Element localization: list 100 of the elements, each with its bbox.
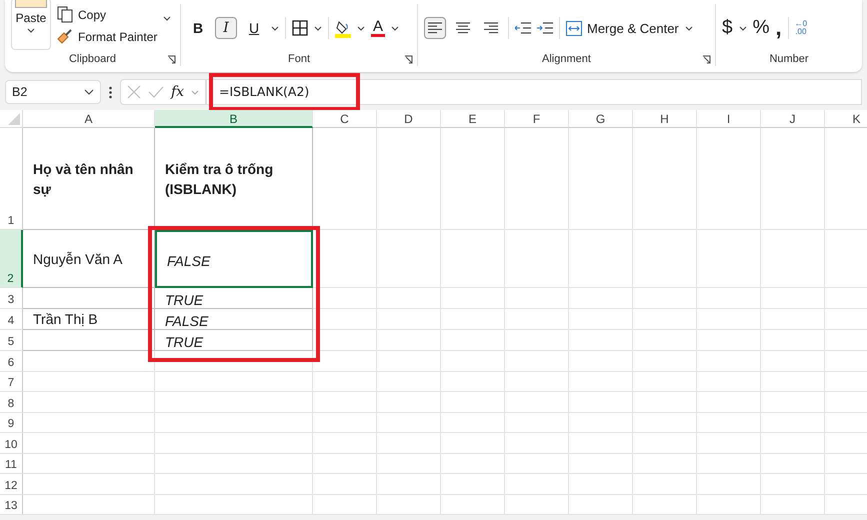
empty-cell[interactable] [441, 288, 505, 309]
chevron-down-icon[interactable] [163, 16, 172, 21]
empty-cell[interactable] [441, 433, 505, 454]
chevron-down-icon[interactable] [357, 26, 365, 30]
empty-cell[interactable] [761, 351, 825, 372]
empty-cell[interactable] [155, 392, 313, 412]
empty-cell[interactable] [155, 372, 313, 392]
empty-cell[interactable] [505, 330, 569, 351]
empty-cell[interactable] [441, 392, 505, 412]
font-color-button[interactable]: A [371, 19, 386, 37]
font-style-button[interactable]: I [215, 17, 237, 39]
empty-cell[interactable] [441, 454, 505, 474]
chevron-down-icon[interactable] [738, 26, 747, 30]
empty-cell[interactable] [23, 351, 155, 372]
checkmark-icon[interactable] [148, 86, 164, 98]
empty-cell[interactable] [697, 392, 761, 412]
column-header[interactable]: I [697, 110, 761, 128]
column-header[interactable]: H [633, 110, 697, 128]
empty-cell[interactable] [313, 412, 377, 433]
empty-cell[interactable] [697, 433, 761, 454]
row-header[interactable]: 12 [0, 474, 23, 494]
empty-cell[interactable] [569, 128, 633, 230]
select-all-corner[interactable] [0, 110, 23, 128]
empty-cell[interactable] [761, 412, 825, 433]
empty-cell[interactable] [23, 494, 155, 515]
chevron-down-icon[interactable] [314, 26, 322, 30]
empty-cell[interactable] [633, 351, 697, 372]
empty-cell[interactable] [155, 494, 313, 515]
table-cell[interactable]: Kiểm tra ô trống (ISBLANK) [155, 128, 313, 230]
row-header[interactable]: 4 [0, 309, 23, 330]
empty-cell[interactable] [505, 288, 569, 309]
column-header[interactable]: C [313, 110, 377, 128]
empty-cell[interactable] [697, 474, 761, 494]
empty-cell[interactable] [569, 454, 633, 474]
empty-cell[interactable] [697, 454, 761, 474]
chevron-down-icon[interactable] [684, 26, 693, 30]
empty-cell[interactable] [377, 351, 441, 372]
empty-cell[interactable] [569, 351, 633, 372]
empty-cell[interactable] [569, 230, 633, 288]
empty-cell[interactable] [761, 288, 825, 309]
empty-cell[interactable] [697, 128, 761, 230]
empty-cell[interactable] [761, 330, 825, 351]
empty-cell[interactable] [505, 351, 569, 372]
empty-cell[interactable] [761, 309, 825, 330]
empty-cell[interactable] [569, 309, 633, 330]
empty-cell[interactable] [505, 494, 569, 515]
insert-function-button[interactable]: fx [170, 84, 184, 100]
row-header[interactable]: 3 [0, 288, 23, 308]
empty-cell[interactable] [697, 309, 761, 330]
empty-cell[interactable] [313, 230, 377, 288]
empty-cell[interactable] [569, 474, 633, 494]
empty-cell[interactable] [633, 288, 697, 309]
empty-cell[interactable] [633, 494, 697, 515]
empty-cell[interactable] [23, 372, 155, 392]
empty-cell[interactable] [761, 392, 825, 412]
column-header[interactable]: G [569, 110, 633, 128]
table-cell[interactable]: Trần Thị B [23, 309, 155, 330]
empty-cell[interactable] [569, 330, 633, 351]
empty-cell[interactable] [633, 230, 697, 288]
empty-cell[interactable] [505, 474, 569, 494]
row-header[interactable]: 9 [0, 412, 23, 433]
empty-cell[interactable] [441, 230, 505, 288]
empty-cell[interactable] [505, 128, 569, 230]
borders-icon[interactable] [292, 20, 308, 36]
table-cell[interactable]: TRUE [155, 330, 313, 351]
row-header[interactable]: 7 [0, 372, 23, 392]
empty-cell[interactable] [505, 392, 569, 412]
empty-cell[interactable] [313, 309, 377, 330]
row-header[interactable]: 6 [0, 351, 23, 372]
empty-cell[interactable] [761, 230, 825, 288]
empty-cell[interactable] [633, 454, 697, 474]
column-header[interactable]: B [155, 110, 313, 128]
paste-button[interactable]: Paste [11, 0, 51, 50]
column-header[interactable]: K [825, 110, 867, 128]
empty-cell[interactable] [569, 372, 633, 392]
empty-cell[interactable] [377, 288, 441, 309]
empty-cell[interactable] [761, 128, 825, 230]
chevron-down-icon[interactable] [271, 26, 279, 30]
row-header[interactable]: 8 [0, 392, 23, 412]
table-cell[interactable]: Họ và tên nhân sự [23, 128, 155, 230]
empty-cell[interactable] [505, 412, 569, 433]
table-cell[interactable]: FALSE [155, 230, 313, 288]
row-header[interactable]: 11 [0, 454, 23, 474]
increase-indent-icon[interactable] [537, 22, 553, 34]
table-cell[interactable]: TRUE [155, 288, 313, 309]
row-header[interactable]: 5 [0, 330, 23, 350]
empty-cell[interactable] [313, 433, 377, 454]
copy-button[interactable]: Copy [57, 6, 158, 23]
empty-cell[interactable] [23, 474, 155, 494]
currency-button[interactable]: $ [722, 17, 733, 39]
empty-cell[interactable] [697, 288, 761, 309]
empty-cell[interactable] [313, 372, 377, 392]
percent-button[interactable]: % [752, 17, 770, 39]
empty-cell[interactable] [569, 433, 633, 454]
empty-cell[interactable] [313, 474, 377, 494]
empty-cell[interactable] [23, 288, 155, 309]
dialog-launcher-icon[interactable] [702, 55, 711, 64]
empty-cell[interactable] [23, 412, 155, 433]
empty-cell[interactable] [761, 474, 825, 494]
empty-cell[interactable] [633, 309, 697, 330]
